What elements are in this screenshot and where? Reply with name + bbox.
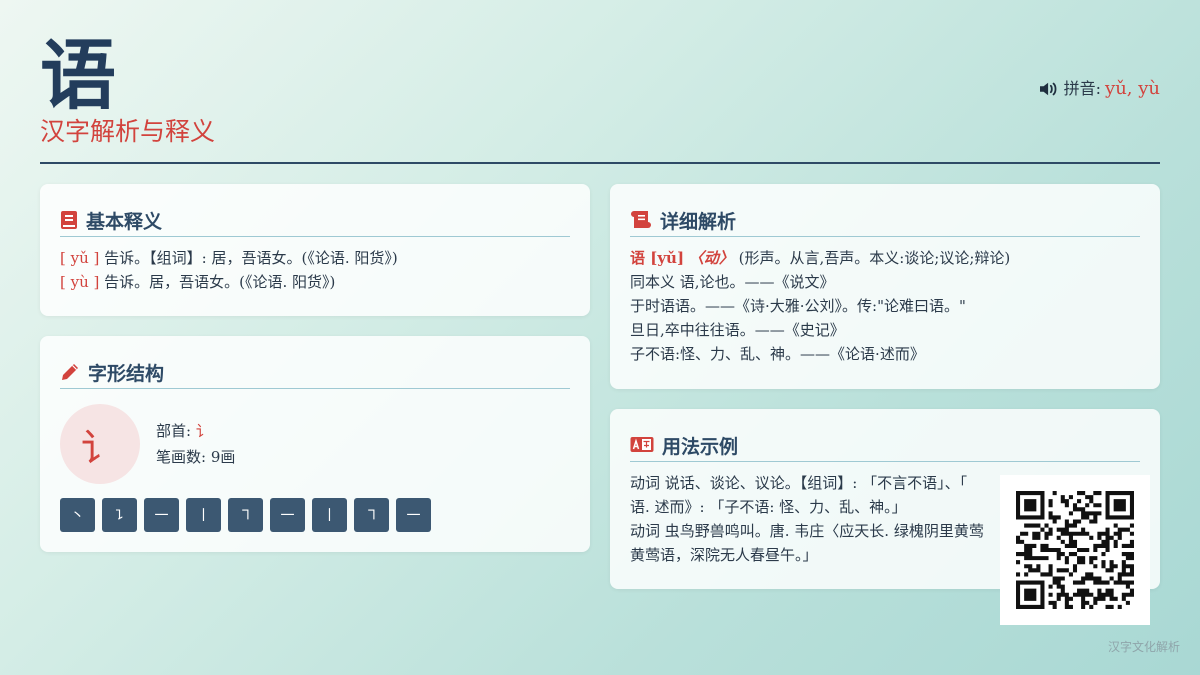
page-title-character: 语 [40, 31, 116, 120]
basic-meaning-card: 基本释义 [ yǔ ] 告诉。【组词】: 居，吾语女。(《论语. 阳货》) [ … [40, 184, 590, 316]
stroke-item[interactable]: 丨 [186, 498, 221, 532]
detail-head-text: (形声。从言,吾声。本义:谈论;议论;辩论) [733, 249, 1011, 267]
card-title: 基本释义 [86, 210, 163, 233]
pinyin-label: 拼音: [1063, 79, 1102, 98]
stroke-item[interactable]: 一 [144, 498, 179, 532]
card-header: 字形结构 [60, 356, 570, 389]
qr-code[interactable] [1000, 475, 1150, 625]
detailed-analysis-card: 详细解析 语 [yǔ] 〈动〉 (形声。从言,吾声。本义:谈论;议论;辩论) 同… [610, 184, 1160, 389]
detail-line: 子不语:怪、力、乱、神。——《论语·述而》 [630, 345, 925, 363]
qr-code-icon [1016, 491, 1134, 609]
stroke-item[interactable]: 丨 [312, 498, 347, 532]
stroke-count: 笔画数: 9画 [156, 448, 236, 466]
detail-line: 同本义 语,论也。——《说文》 [630, 273, 835, 291]
detail-head-char: 语 [yǔ] [630, 249, 685, 267]
card-title: 字形结构 [88, 362, 165, 385]
speaker-icon[interactable] [1038, 80, 1060, 98]
stroke-item[interactable]: 丶 [60, 498, 95, 532]
detail-line: 于时语语。——《诗·大雅·公刘》。传:"论难曰语。" [630, 297, 966, 315]
card-title: 用法示例 [662, 435, 739, 458]
page-subtitle: 汉字解析与释义 [40, 117, 216, 146]
stroke-order: 丶 ㇊ 一 丨 ㇕ 一 丨 ㇕ 一 [60, 498, 431, 532]
footer-text: 汉字文化解析 [1107, 640, 1180, 654]
stroke-item[interactable]: 一 [270, 498, 305, 532]
card-header: 基本释义 [60, 204, 570, 237]
card-header: 详细解析 [630, 204, 1140, 237]
entry-pronunciation: [ yǔ ] [60, 249, 100, 267]
radical-label: 部首: [156, 422, 196, 440]
entry-text: 告诉。【组词】: 居，吾语女。(《论语. 阳货》) [99, 249, 398, 267]
card-title: 详细解析 [660, 210, 737, 233]
entry-text: 告诉。居，吾语女。(《论语. 阳货》) [99, 273, 336, 291]
pencil-icon [62, 364, 78, 380]
book-icon [61, 211, 77, 229]
basic-entries: [ yǔ ] 告诉。【组词】: 居，吾语女。(《论语. 阳货》) [ yù ] … [60, 246, 570, 294]
stroke-item[interactable]: ㇕ [228, 498, 263, 532]
glyph-structure-card: 字形结构 讠 部首: 讠 笔画数: 9画 丶 ㇊ 一 丨 ㇕ 一 丨 ㇕ 一 [40, 336, 590, 552]
stroke-item[interactable]: 一 [396, 498, 431, 532]
translate-icon [630, 437, 654, 452]
radical-circle: 讠 [60, 404, 140, 484]
radical-row: 部首: 讠 [156, 418, 235, 444]
pinyin-block: 拼音: yǔ, yù [1038, 78, 1160, 100]
detail-head-line: 语 [yǔ] 〈动〉 (形声。从言,吾声。本义:谈论;议论;辩论) [630, 246, 1140, 270]
detail-lines: 语 [yǔ] 〈动〉 (形声。从言,吾声。本义:谈论;议论;辩论) 同本义 语,… [630, 246, 1140, 366]
scroll-icon [631, 211, 651, 228]
basic-entry: [ yǔ ] 告诉。【组词】: 居，吾语女。(《论语. 阳货》) [60, 246, 570, 270]
detail-line: 旦日,卒中往往语。——《史记》 [630, 321, 845, 339]
card-header: 用法示例 [630, 429, 1140, 462]
entry-pronunciation: [ yù ] [60, 273, 100, 291]
header: 语 汉字解析与释义 拼音: yǔ, yù [40, 36, 1160, 164]
structure-info: 部首: 讠 笔画数: 9画 [156, 418, 235, 470]
stroke-item[interactable]: ㇊ [102, 498, 137, 532]
basic-entry: [ yù ] 告诉。居，吾语女。(《论语. 阳货》) [60, 270, 570, 294]
stroke-item[interactable]: ㇕ [354, 498, 389, 532]
pinyin-value: yǔ, yù [1105, 78, 1160, 99]
radical-value: 讠 [195, 422, 211, 440]
part-of-speech: 〈动〉 [688, 249, 734, 267]
